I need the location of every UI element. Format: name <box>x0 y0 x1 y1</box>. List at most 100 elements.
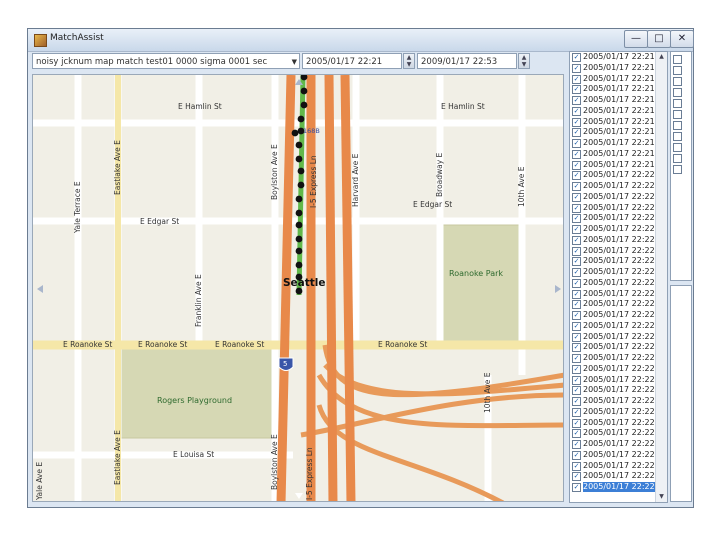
list-item[interactable]: ✓ 2005/01/17 22:22 <box>570 192 667 203</box>
list-item[interactable]: ✓ 2005/01/17 22:22 <box>570 321 667 332</box>
list-item[interactable]: ✓ 2005/01/17 22:21 <box>570 84 667 95</box>
list-item-checkbox[interactable]: ✓ <box>572 364 581 374</box>
list-item[interactable]: ✓ 2005/01/17 22:22 <box>570 471 667 482</box>
list-item-checkbox[interactable]: ✓ <box>572 214 581 224</box>
list-item-checkbox[interactable]: ✓ <box>572 171 581 181</box>
list-item-checkbox[interactable]: ✓ <box>572 278 581 288</box>
scroll-down-icon[interactable]: ▼ <box>656 492 667 502</box>
list-item[interactable]: ✓ 2005/01/17 22:22 <box>570 375 667 386</box>
list-item-checkbox[interactable]: ✓ <box>572 139 581 148</box>
list-item[interactable]: ✓ 2005/01/17 22:22 <box>570 428 667 439</box>
list-item-checkbox[interactable]: ✓ <box>572 397 581 406</box>
side-checkbox[interactable] <box>673 121 682 130</box>
list-item-checkbox[interactable]: ✓ <box>572 440 581 449</box>
list-item-checkbox[interactable]: ✓ <box>572 203 581 213</box>
list-item-checkbox[interactable]: ✓ <box>572 321 581 331</box>
list-item-checkbox[interactable]: ✓ <box>572 300 581 310</box>
query-select[interactable]: noisy jcknum map match test01 0000 sigma… <box>32 53 300 69</box>
list-item-checkbox[interactable]: ✓ <box>572 343 581 353</box>
list-item-checkbox[interactable]: ✓ <box>572 74 581 84</box>
start-time-field[interactable]: 2005/01/17 22:21 <box>302 53 402 69</box>
list-item-checkbox[interactable]: ✓ <box>572 182 581 191</box>
list-item[interactable]: ✓ 2005/01/17 22:22 <box>570 450 667 461</box>
list-item[interactable]: ✓ 2005/01/17 22:22 <box>570 396 667 407</box>
list-item[interactable]: ✓ 2005/01/17 22:22 <box>570 385 667 396</box>
side-checkbox[interactable] <box>673 77 682 86</box>
list-item-checkbox[interactable]: ✓ <box>572 418 581 428</box>
list-item-checkbox[interactable]: ✓ <box>572 375 581 385</box>
list-item-checkbox[interactable]: ✓ <box>572 472 581 482</box>
list-item[interactable]: ✓ 2005/01/17 22:22 <box>570 353 667 364</box>
list-item[interactable]: ✓ 2005/01/17 22:22 <box>570 342 667 353</box>
list-item[interactable]: ✓ 2005/01/17 22:22 <box>570 418 667 429</box>
list-item[interactable]: ✓ 2005/01/17 22:21 <box>570 63 667 74</box>
side-checkbox[interactable] <box>673 88 682 97</box>
list-item-checkbox[interactable]: ✓ <box>572 407 581 417</box>
list-item-checkbox[interactable]: ✓ <box>572 235 581 245</box>
list-item-checkbox[interactable]: ✓ <box>572 354 581 363</box>
scroll-up-icon[interactable]: ▲ <box>656 52 667 62</box>
list-item[interactable]: ✓ 2005/01/17 22:22 <box>570 235 667 246</box>
chevron-down-icon[interactable]: ▼ <box>292 54 297 68</box>
list-item-checkbox[interactable]: ✓ <box>572 483 581 492</box>
list-item-checkbox[interactable]: ✓ <box>572 450 581 460</box>
list-item[interactable]: ✓ 2005/01/17 22:21 <box>570 160 667 171</box>
list-item[interactable]: ✓ 2005/01/17 22:22 <box>570 407 667 418</box>
side-checkbox[interactable] <box>673 165 682 174</box>
maximize-button[interactable]: □ <box>647 30 671 48</box>
list-item[interactable]: ✓ 2005/01/17 22:22 <box>570 439 667 450</box>
list-item[interactable]: ✓ 2005/01/17 22:21 <box>570 52 667 63</box>
list-item[interactable]: ✓ 2005/01/17 22:22 <box>570 299 667 310</box>
list-item-checkbox[interactable]: ✓ <box>572 461 581 471</box>
list-item-checkbox[interactable]: ✓ <box>572 386 581 396</box>
list-item-checkbox[interactable]: ✓ <box>572 311 581 320</box>
list-item[interactable]: ✓ 2005/01/17 22:21 <box>570 127 667 138</box>
list-item-checkbox[interactable]: ✓ <box>572 429 581 439</box>
end-time-spinner[interactable]: ▲ ▼ <box>518 53 530 69</box>
list-item[interactable]: ✓ 2005/01/17 22:22 <box>570 332 667 343</box>
side-checkbox[interactable] <box>673 66 682 75</box>
list-item[interactable]: ✓ 2005/01/17 22:22 <box>570 256 667 267</box>
list-item[interactable]: ✓ 2005/01/17 22:21 <box>570 138 667 149</box>
list-item-checkbox[interactable]: ✓ <box>572 96 581 105</box>
list-item[interactable]: ✓ 2005/01/17 22:22 <box>570 246 667 257</box>
list-item-checkbox[interactable]: ✓ <box>572 85 581 95</box>
side-checkbox[interactable] <box>673 143 682 152</box>
list-item[interactable]: ✓ 2005/01/17 22:21 <box>570 117 667 128</box>
side-checkbox[interactable] <box>673 99 682 108</box>
list-item[interactable]: ✓ 2005/01/17 22:22 <box>570 170 667 181</box>
list-item-checkbox[interactable]: ✓ <box>572 268 581 277</box>
list-item[interactable]: ✓ 2005/01/17 22:22 <box>570 289 667 300</box>
close-button[interactable]: ✕ <box>670 30 694 48</box>
side-checklist[interactable] <box>670 51 692 281</box>
side-checkbox[interactable] <box>673 132 682 141</box>
list-item[interactable]: ✓ 2005/01/17 22:22 <box>570 181 667 192</box>
list-item-checkbox[interactable]: ✓ <box>572 63 581 73</box>
list-item-checkbox[interactable]: ✓ <box>572 225 581 234</box>
side-checkbox[interactable] <box>673 154 682 163</box>
map-view[interactable]: E Hamlin St E Hamlin St E Edgar St E Edg… <box>32 74 564 502</box>
list-item[interactable]: ✓ 2005/01/17 22:21 <box>570 106 667 117</box>
list-item[interactable]: ✓ 2005/01/17 22:22 <box>570 278 667 289</box>
list-item[interactable]: ✓ 2005/01/17 22:22 <box>570 224 667 235</box>
list-item[interactable]: ✓ 2005/01/17 22:21 <box>570 149 667 160</box>
list-item-checkbox[interactable]: ✓ <box>572 149 581 159</box>
timestamp-list[interactable]: ✓ 2005/01/17 22:21 ✓ 2005/01/17 22:21 ✓ 2005/… <box>569 51 668 503</box>
start-time-spinner[interactable]: ▲ ▼ <box>403 53 415 69</box>
list-item-checkbox[interactable]: ✓ <box>572 160 581 170</box>
side-checkbox[interactable] <box>673 55 682 64</box>
list-item[interactable]: ✓ 2005/01/17 22:21 <box>570 95 667 106</box>
list-item[interactable]: ✓ 2005/01/17 22:21 <box>570 74 667 85</box>
list-item[interactable]: ✓ 2005/01/17 22:22 <box>570 364 667 375</box>
side-panel-empty[interactable] <box>670 285 692 502</box>
list-item[interactable]: ✓ 2005/01/17 22:22 <box>570 203 667 214</box>
list-scrollbar[interactable]: ▲ ▼ <box>655 52 667 502</box>
list-item[interactable]: ✓ 2005/01/17 22:22 <box>570 310 667 321</box>
side-checkbox[interactable] <box>673 110 682 119</box>
list-item[interactable]: ✓ 2005/01/17 22:22 <box>570 482 667 493</box>
list-item-checkbox[interactable]: ✓ <box>572 246 581 256</box>
list-item[interactable]: ✓ 2005/01/17 22:22 <box>570 213 667 224</box>
list-item-checkbox[interactable]: ✓ <box>572 289 581 299</box>
list-item-checkbox[interactable]: ✓ <box>572 53 581 62</box>
title-bar[interactable]: MatchAssist — □ ✕ <box>28 29 694 52</box>
